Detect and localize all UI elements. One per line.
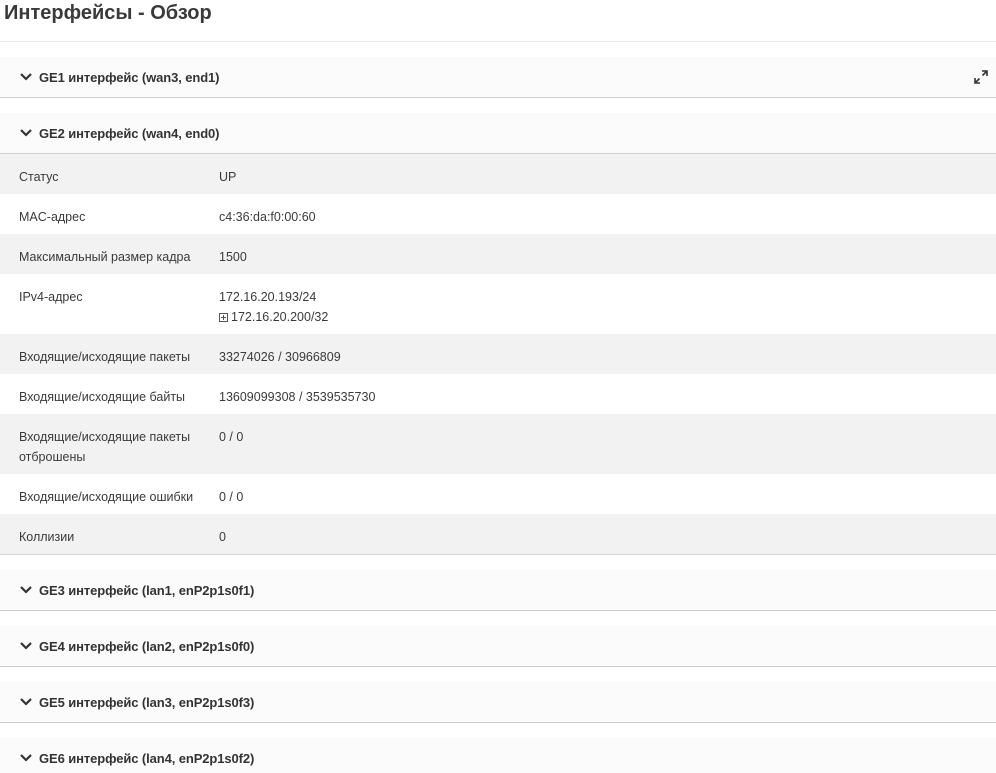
- interface-header-ge6[interactable]: GE6 интерфейс (lan4, enP2p1s0f2): [0, 738, 996, 773]
- mac-label: MAC-адрес: [19, 210, 86, 224]
- interface-details-ge2: Статус UP MAC-адрес c4:36:da:f0:00:60 Ма…: [0, 154, 996, 555]
- interface-header-ge5[interactable]: GE5 интерфейс (lan3, enP2p1s0f3): [0, 682, 996, 723]
- expand-icon[interactable]: [974, 70, 988, 84]
- plus-square-icon[interactable]: [219, 313, 228, 322]
- ipv4-primary: 172.16.20.193/24: [219, 290, 317, 304]
- page: Интерфейсы - Обзор GE1 интерфейс (wan3, …: [0, 0, 996, 773]
- table-row: Входящие/исходящие байты 13609099308 / 3…: [0, 374, 996, 414]
- chevron-down-icon: [19, 695, 33, 709]
- chevron-down-icon: [19, 126, 33, 140]
- chevron-down-icon: [19, 70, 33, 84]
- table-row: Коллизии 0: [0, 514, 996, 554]
- errors-value: 0 / 0: [219, 490, 244, 504]
- table-row: MAC-адрес c4:36:da:f0:00:60: [0, 194, 996, 234]
- ipv4-value-cell: 172.16.20.193/24 172.16.20.200/32: [219, 274, 996, 334]
- packets-label: Входящие/исходящие пакеты: [19, 350, 191, 364]
- mtu-label: Максимальный размер кадра: [19, 250, 191, 264]
- table-row: Статус UP: [0, 154, 996, 194]
- interface-header-ge4[interactable]: GE4 интерфейс (lan2, enP2p1s0f0): [0, 626, 996, 667]
- status-label: Статус: [19, 170, 59, 184]
- table-row: Входящие/исходящие пакеты 33274026 / 309…: [0, 334, 996, 374]
- ipv4-label: IPv4-адрес: [19, 290, 83, 304]
- interface-header-ge2[interactable]: GE2 интерфейс (wan4, end0): [0, 113, 996, 154]
- interface-section-ge3: GE3 интерфейс (lan1, enP2p1s0f1): [0, 570, 996, 611]
- collisions-label: Коллизии: [19, 530, 75, 544]
- collisions-value: 0: [219, 530, 226, 544]
- errors-label: Входящие/исходящие ошибки: [19, 490, 194, 504]
- chevron-down-icon: [19, 751, 33, 765]
- chevron-down-icon: [19, 583, 33, 597]
- ipv4-extra-row: 172.16.20.200/32: [219, 307, 996, 327]
- interface-title: GE2 интерфейс (wan4, end0): [39, 125, 220, 141]
- bytes-value: 13609099308 / 3539535730: [219, 390, 376, 404]
- interface-title: GE4 интерфейс (lan2, enP2p1s0f0): [39, 638, 255, 654]
- dropped-value: 0 / 0: [219, 430, 244, 444]
- chevron-down-icon: [19, 639, 33, 653]
- mtu-value: 1500: [219, 250, 247, 264]
- interface-section-ge2: GE2 интерфейс (wan4, end0) Статус UP MAC…: [0, 113, 996, 555]
- table-row: IPv4-адрес 172.16.20.193/24 172.16.20.20…: [0, 274, 996, 334]
- interface-section-ge5: GE5 интерфейс (lan3, enP2p1s0f3): [0, 682, 996, 723]
- bytes-label: Входящие/исходящие байты: [19, 390, 186, 404]
- interface-title: GE6 интерфейс (lan4, enP2p1s0f2): [39, 750, 255, 766]
- title-bar: Интерфейсы - Обзор: [0, 0, 996, 42]
- table-row: Входящие/исходящие пакеты отброшены 0 / …: [0, 414, 996, 474]
- status-value: UP: [219, 170, 237, 184]
- interface-section-ge6: GE6 интерфейс (lan4, enP2p1s0f2): [0, 738, 996, 773]
- dropped-label: Входящие/исходящие пакеты отброшены: [19, 430, 191, 464]
- table-row: Максимальный размер кадра 1500: [0, 234, 996, 274]
- interface-header-ge3[interactable]: GE3 интерфейс (lan1, enP2p1s0f1): [0, 570, 996, 611]
- page-title: Интерфейсы - Обзор: [4, 2, 212, 24]
- interface-title: GE3 интерфейс (lan1, enP2p1s0f1): [39, 582, 255, 598]
- interface-section-ge4: GE4 интерфейс (lan2, enP2p1s0f0): [0, 626, 996, 667]
- ipv4-extra: 172.16.20.200/32: [231, 310, 329, 324]
- table-row: Входящие/исходящие ошибки 0 / 0: [0, 474, 996, 514]
- mac-value: c4:36:da:f0:00:60: [219, 210, 316, 224]
- interface-section-ge1: GE1 интерфейс (wan3, end1): [0, 57, 996, 98]
- packets-value: 33274026 / 30966809: [219, 350, 341, 364]
- interface-title: GE5 интерфейс (lan3, enP2p1s0f3): [39, 694, 255, 710]
- interface-header-ge1[interactable]: GE1 интерфейс (wan3, end1): [0, 57, 996, 98]
- details-table: Статус UP MAC-адрес c4:36:da:f0:00:60 Ма…: [0, 154, 996, 554]
- interface-title: GE1 интерфейс (wan3, end1): [39, 69, 220, 85]
